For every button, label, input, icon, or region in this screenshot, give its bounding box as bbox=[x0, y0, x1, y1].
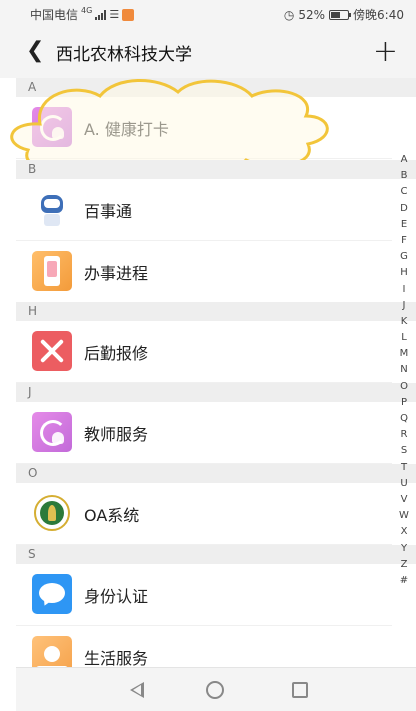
section-header-h: H bbox=[16, 302, 416, 321]
tools-icon bbox=[32, 331, 72, 371]
alphabet-index-letter[interactable]: J bbox=[396, 300, 412, 316]
list-item-label: 生活服务 bbox=[84, 649, 149, 668]
list-item-label: 后勤报修 bbox=[84, 344, 149, 363]
robot-icon bbox=[32, 189, 72, 229]
triangle-back-icon[interactable] bbox=[130, 682, 144, 698]
alphabet-index[interactable]: A B C D E F G H I J K L M N O P Q R S T U V W X Y Z # bbox=[396, 154, 412, 591]
university-seal-icon bbox=[32, 493, 72, 533]
alphabet-index-letter[interactable]: W bbox=[396, 510, 412, 526]
alphabet-index-letter[interactable]: G bbox=[396, 251, 412, 267]
list-item-baishitong[interactable]: 百事通 bbox=[16, 179, 392, 241]
list-item-health-checkin[interactable]: A. 健康打卡 bbox=[16, 97, 392, 159]
alphabet-index-letter[interactable]: S bbox=[396, 445, 412, 461]
circle-home-icon[interactable] bbox=[206, 681, 224, 699]
phone-form-icon bbox=[32, 251, 72, 291]
status-bar: 中国电信 4G ☰ ◷ 52% 傍晚6:40 bbox=[0, 0, 416, 28]
battery-icon bbox=[329, 9, 352, 20]
list-item-label: 百事通 bbox=[84, 202, 133, 221]
alphabet-index-letter[interactable]: O bbox=[396, 381, 412, 397]
chat-bubble-icon bbox=[32, 574, 72, 614]
alphabet-index-letter[interactable]: Z bbox=[396, 559, 412, 575]
plus-icon[interactable]: + bbox=[373, 34, 398, 69]
alphabet-index-letter[interactable]: I bbox=[396, 284, 412, 300]
alphabet-index-letter[interactable]: U bbox=[396, 478, 412, 494]
alphabet-index-letter[interactable]: B bbox=[396, 170, 412, 186]
list-item-label: A. 健康打卡 bbox=[84, 120, 169, 139]
alphabet-index-letter[interactable]: Y bbox=[396, 543, 412, 559]
alphabet-index-letter[interactable]: X bbox=[396, 526, 412, 542]
section-header-a: A bbox=[16, 78, 416, 97]
app-header: ❮ 西北农林科技大学 + bbox=[0, 28, 416, 78]
alphabet-index-letter[interactable]: R bbox=[396, 429, 412, 445]
system-nav-bar bbox=[16, 667, 416, 711]
alphabet-index-letter[interactable]: C bbox=[396, 186, 412, 202]
app-notification-icon bbox=[122, 8, 135, 21]
alphabet-index-letter[interactable]: V bbox=[396, 494, 412, 510]
alphabet-index-letter[interactable]: L bbox=[396, 332, 412, 348]
alphabet-index-letter[interactable]: A bbox=[396, 154, 412, 170]
list-item-label: 办事进程 bbox=[84, 264, 149, 283]
clock-person-icon bbox=[32, 412, 72, 452]
list-item-oa-system[interactable]: OA系统 bbox=[16, 483, 392, 545]
list-item-teacher-service[interactable]: 教师服务 bbox=[16, 402, 392, 464]
alphabet-index-letter[interactable]: Q bbox=[396, 413, 412, 429]
status-time: 傍晚6:40 bbox=[353, 8, 404, 22]
carrier-name: 中国电信 bbox=[30, 8, 79, 22]
alphabet-index-letter[interactable]: H bbox=[396, 267, 412, 283]
page-title: 西北农林科技大学 bbox=[56, 45, 192, 65]
signal-icon bbox=[95, 9, 107, 20]
list-item-label: OA系统 bbox=[84, 506, 140, 525]
list-item-label: 身份认证 bbox=[84, 587, 149, 606]
alphabet-index-letter[interactable]: E bbox=[396, 219, 412, 235]
alphabet-index-letter[interactable]: M bbox=[396, 348, 412, 364]
battery-percent: 52% bbox=[298, 7, 326, 22]
section-header-b: B bbox=[16, 160, 416, 179]
network-type: 4G bbox=[81, 6, 93, 15]
section-header-j: J bbox=[16, 383, 416, 402]
alphabet-index-letter[interactable]: K bbox=[396, 316, 412, 332]
list-item-progress[interactable]: 办事进程 bbox=[16, 241, 392, 303]
list-item-identity[interactable]: 身份认证 bbox=[16, 564, 392, 626]
square-recent-icon[interactable] bbox=[292, 682, 308, 698]
alphabet-index-letter[interactable]: N bbox=[396, 364, 412, 380]
clock-person-icon bbox=[32, 107, 72, 147]
alphabet-index-letter[interactable]: T bbox=[396, 462, 412, 478]
section-header-o: O bbox=[16, 464, 416, 483]
status-right: ◷ 52% 傍晚6:40 bbox=[284, 6, 404, 23]
alphabet-index-letter[interactable]: D bbox=[396, 203, 412, 219]
list-item-repair[interactable]: 后勤报修 bbox=[16, 321, 392, 383]
status-left: 中国电信 4G ☰ bbox=[30, 6, 135, 23]
wifi-icon: ☰ bbox=[109, 8, 120, 21]
alphabet-index-letter[interactable]: # bbox=[396, 575, 412, 591]
list-item-label: 教师服务 bbox=[84, 425, 149, 444]
alphabet-index-letter[interactable]: F bbox=[396, 235, 412, 251]
section-header-s: S bbox=[16, 545, 416, 564]
chevron-left-icon[interactable]: ❮ bbox=[26, 38, 44, 63]
alarm-icon: ◷ bbox=[283, 7, 295, 22]
alphabet-index-letter[interactable]: P bbox=[396, 397, 412, 413]
